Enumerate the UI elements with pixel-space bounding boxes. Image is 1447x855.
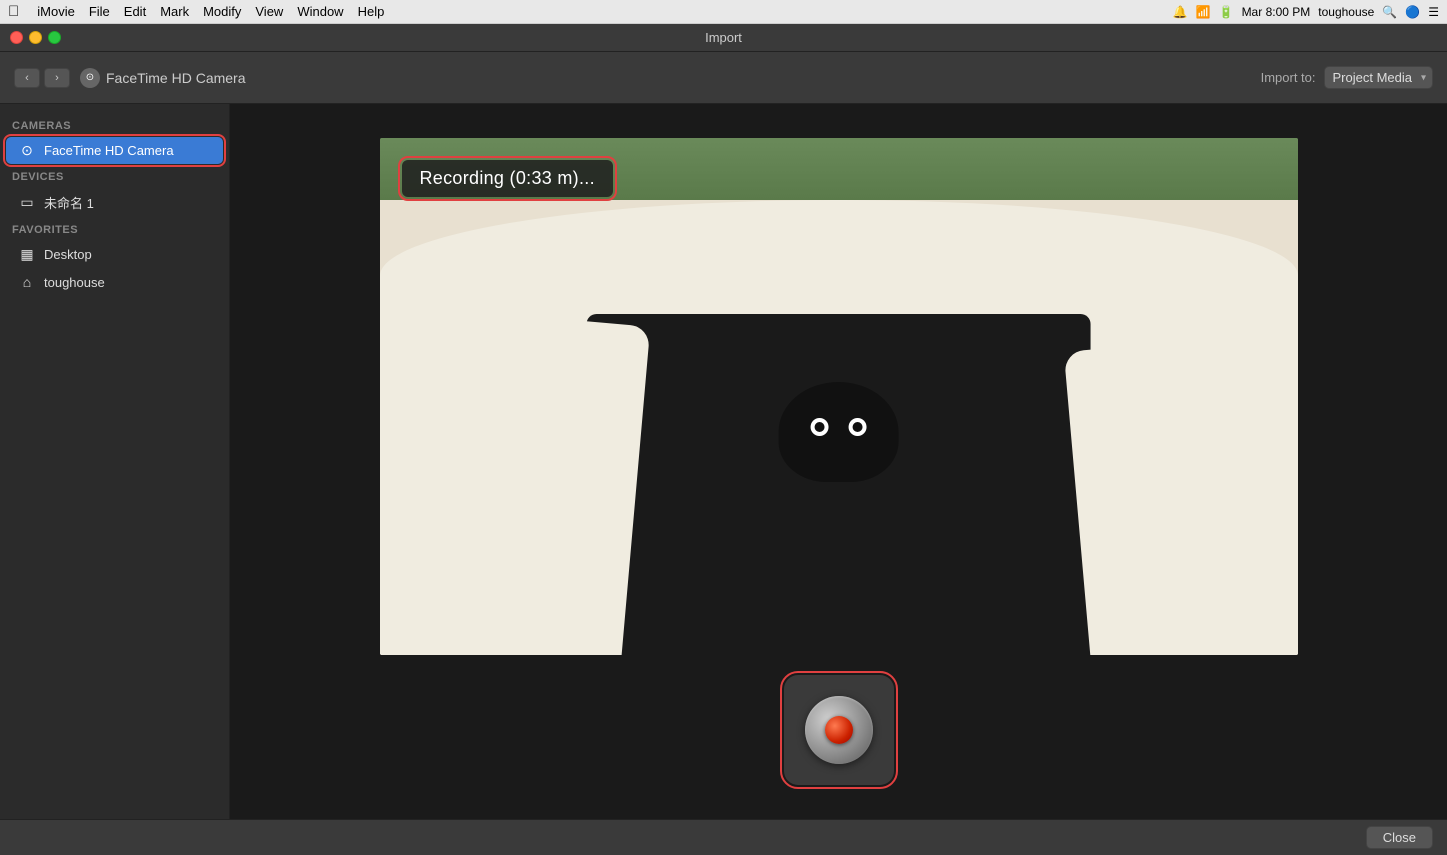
sidebar-desktop-label: Desktop	[44, 247, 92, 262]
menu-bar-right: 🔔 📶 🔋 Mar 8:00 PM toughouse 🔍 🔵 ☰	[1173, 5, 1439, 19]
menu-modify[interactable]: Modify	[203, 4, 241, 19]
import-to-label: Import to:	[1261, 70, 1316, 85]
siri-icon[interactable]: 🔵	[1405, 5, 1420, 19]
menu-view[interactable]: View	[255, 4, 283, 19]
sidebar-toughouse-label: toughouse	[44, 275, 105, 290]
video-frame: Recording (0:33 m)...	[380, 138, 1298, 655]
cat-pupil-left	[814, 422, 824, 432]
menu-file[interactable]: File	[89, 4, 110, 19]
toolbar: ‹ › ⊙ FaceTime HD Camera Import to: Proj…	[0, 52, 1447, 104]
shirt-graphic	[586, 314, 1091, 655]
search-icon[interactable]: 🔍	[1382, 5, 1397, 19]
dropdown-chevron-icon: ▾	[1421, 72, 1426, 83]
sidebar-item-toughouse[interactable]: ⌂ toughouse	[6, 269, 223, 295]
cat-pupil-right	[852, 422, 862, 432]
datetime-display: Mar 8:00 PM	[1242, 5, 1311, 19]
sidebar-item-facetime-camera[interactable]: ⊙ FaceTime HD Camera	[6, 137, 223, 164]
window-title: Import	[705, 30, 742, 45]
apple-logo-icon[interactable]: 	[8, 3, 19, 20]
favorites-section-label: FAVORITES	[0, 218, 229, 240]
desktop-icon: ▦	[18, 246, 36, 263]
recording-status-overlay: Recording (0:33 m)...	[402, 160, 613, 197]
menu-bar:  iMovie File Edit Mark Modify View Wind…	[0, 0, 1447, 24]
record-button-circle	[805, 696, 873, 764]
cat-eye-left	[810, 418, 828, 436]
import-dropdown-value: Project Media	[1333, 70, 1412, 85]
wifi-icon: 📶	[1196, 5, 1211, 19]
sidebar-camera-name: FaceTime HD Camera	[44, 143, 174, 158]
video-content	[380, 138, 1298, 655]
close-traffic-light[interactable]	[10, 31, 23, 44]
username-display: toughouse	[1318, 5, 1374, 19]
camera-source-icon: ⊙	[80, 68, 100, 88]
import-destination-dropdown[interactable]: Project Media ▾	[1324, 66, 1433, 89]
device-icon: ▭	[18, 194, 36, 211]
sidebar-item-desktop[interactable]: ▦ Desktop	[6, 241, 223, 268]
controlcenter-icon[interactable]: ☰	[1428, 5, 1439, 19]
camera-list-icon: ⊙	[18, 142, 36, 159]
menu-help[interactable]: Help	[358, 4, 385, 19]
menu-edit[interactable]: Edit	[124, 4, 146, 19]
sidebar-item-unnamed-device[interactable]: ▭ 未命名 1	[6, 188, 223, 217]
cat-eyes	[810, 418, 866, 436]
title-bar: Import	[0, 24, 1447, 52]
menu-mark[interactable]: Mark	[160, 4, 189, 19]
cat-face	[778, 382, 898, 482]
battery-icon: 🔋	[1219, 5, 1234, 19]
traffic-lights	[10, 31, 61, 44]
menu-imovie[interactable]: iMovie	[37, 4, 75, 19]
cameras-section-label: CAMERAS	[0, 114, 229, 136]
home-icon: ⌂	[18, 274, 36, 290]
sidebar: CAMERAS ⊙ FaceTime HD Camera DEVICES ▭ 未…	[0, 104, 230, 819]
back-button[interactable]: ‹	[14, 68, 40, 88]
arm-left	[457, 312, 651, 655]
sidebar-device-name: 未命名 1	[44, 193, 94, 212]
recording-status-text: Recording (0:33 m)...	[420, 168, 595, 188]
maximize-traffic-light[interactable]	[48, 31, 61, 44]
camera-label-area: ⊙ FaceTime HD Camera	[80, 68, 246, 88]
notification-icon: 🔔	[1173, 5, 1188, 19]
nav-buttons: ‹ ›	[14, 68, 70, 88]
camera-name-label: FaceTime HD Camera	[106, 70, 246, 86]
bottom-bar: Close	[0, 819, 1447, 855]
record-button-area	[784, 675, 894, 785]
cat-eye-right	[848, 418, 866, 436]
main-content: CAMERAS ⊙ FaceTime HD Camera DEVICES ▭ 未…	[0, 104, 1447, 819]
devices-section-label: DEVICES	[0, 165, 229, 187]
toolbar-right: Import to: Project Media ▾	[1261, 66, 1433, 89]
close-button[interactable]: Close	[1366, 826, 1433, 849]
arm-right	[1064, 339, 1237, 655]
record-button[interactable]	[784, 675, 894, 785]
forward-button[interactable]: ›	[44, 68, 70, 88]
camera-area: Recording (0:33 m)...	[230, 104, 1447, 819]
menu-window[interactable]: Window	[297, 4, 343, 19]
minimize-traffic-light[interactable]	[29, 31, 42, 44]
import-window: Import ‹ › ⊙ FaceTime HD Camera Import t…	[0, 24, 1447, 855]
record-button-inner-dot	[825, 716, 853, 744]
